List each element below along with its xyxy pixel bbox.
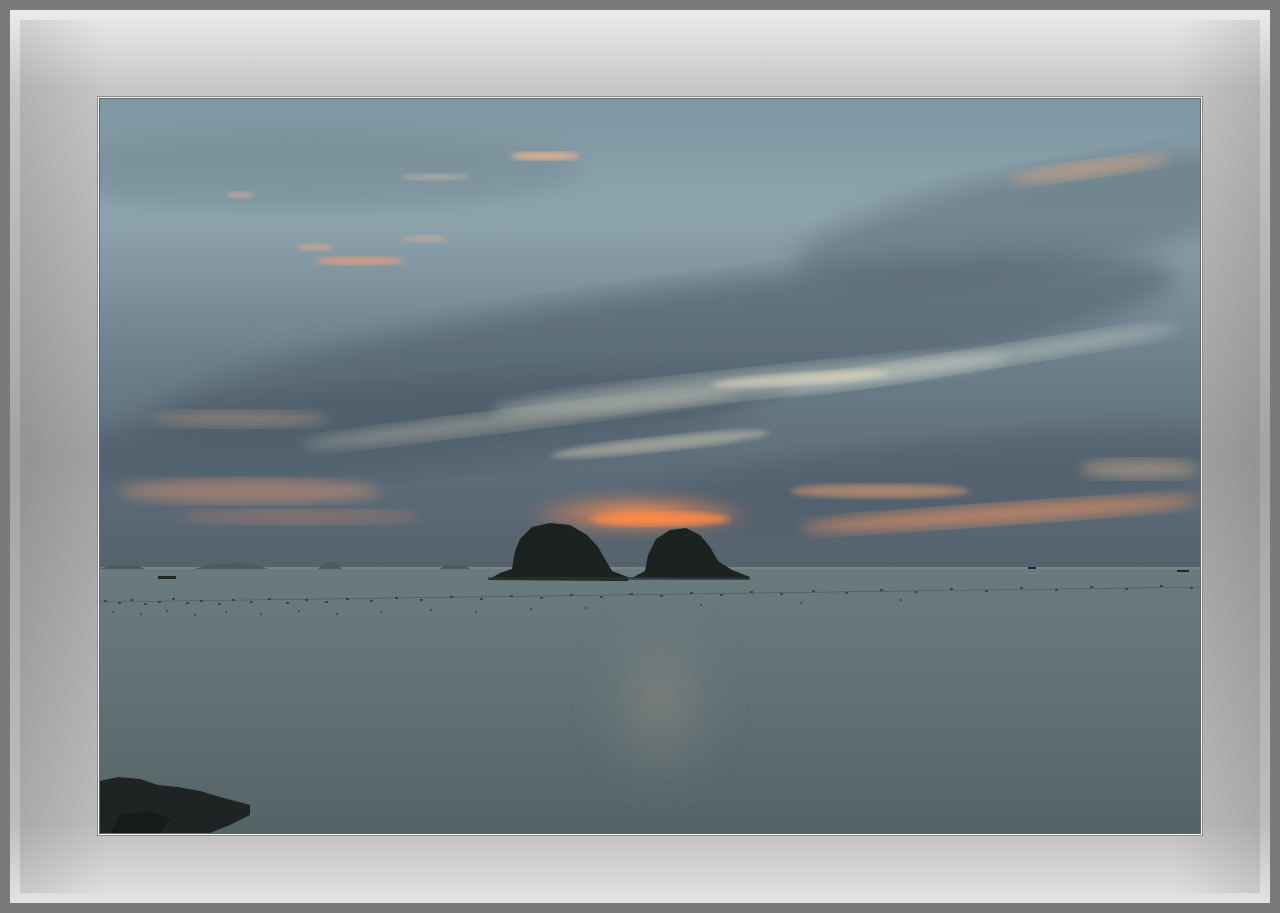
photo-border [98,97,1202,835]
seascape-photo [100,99,1200,833]
picture-frame [0,0,1280,913]
sea [100,567,1200,833]
